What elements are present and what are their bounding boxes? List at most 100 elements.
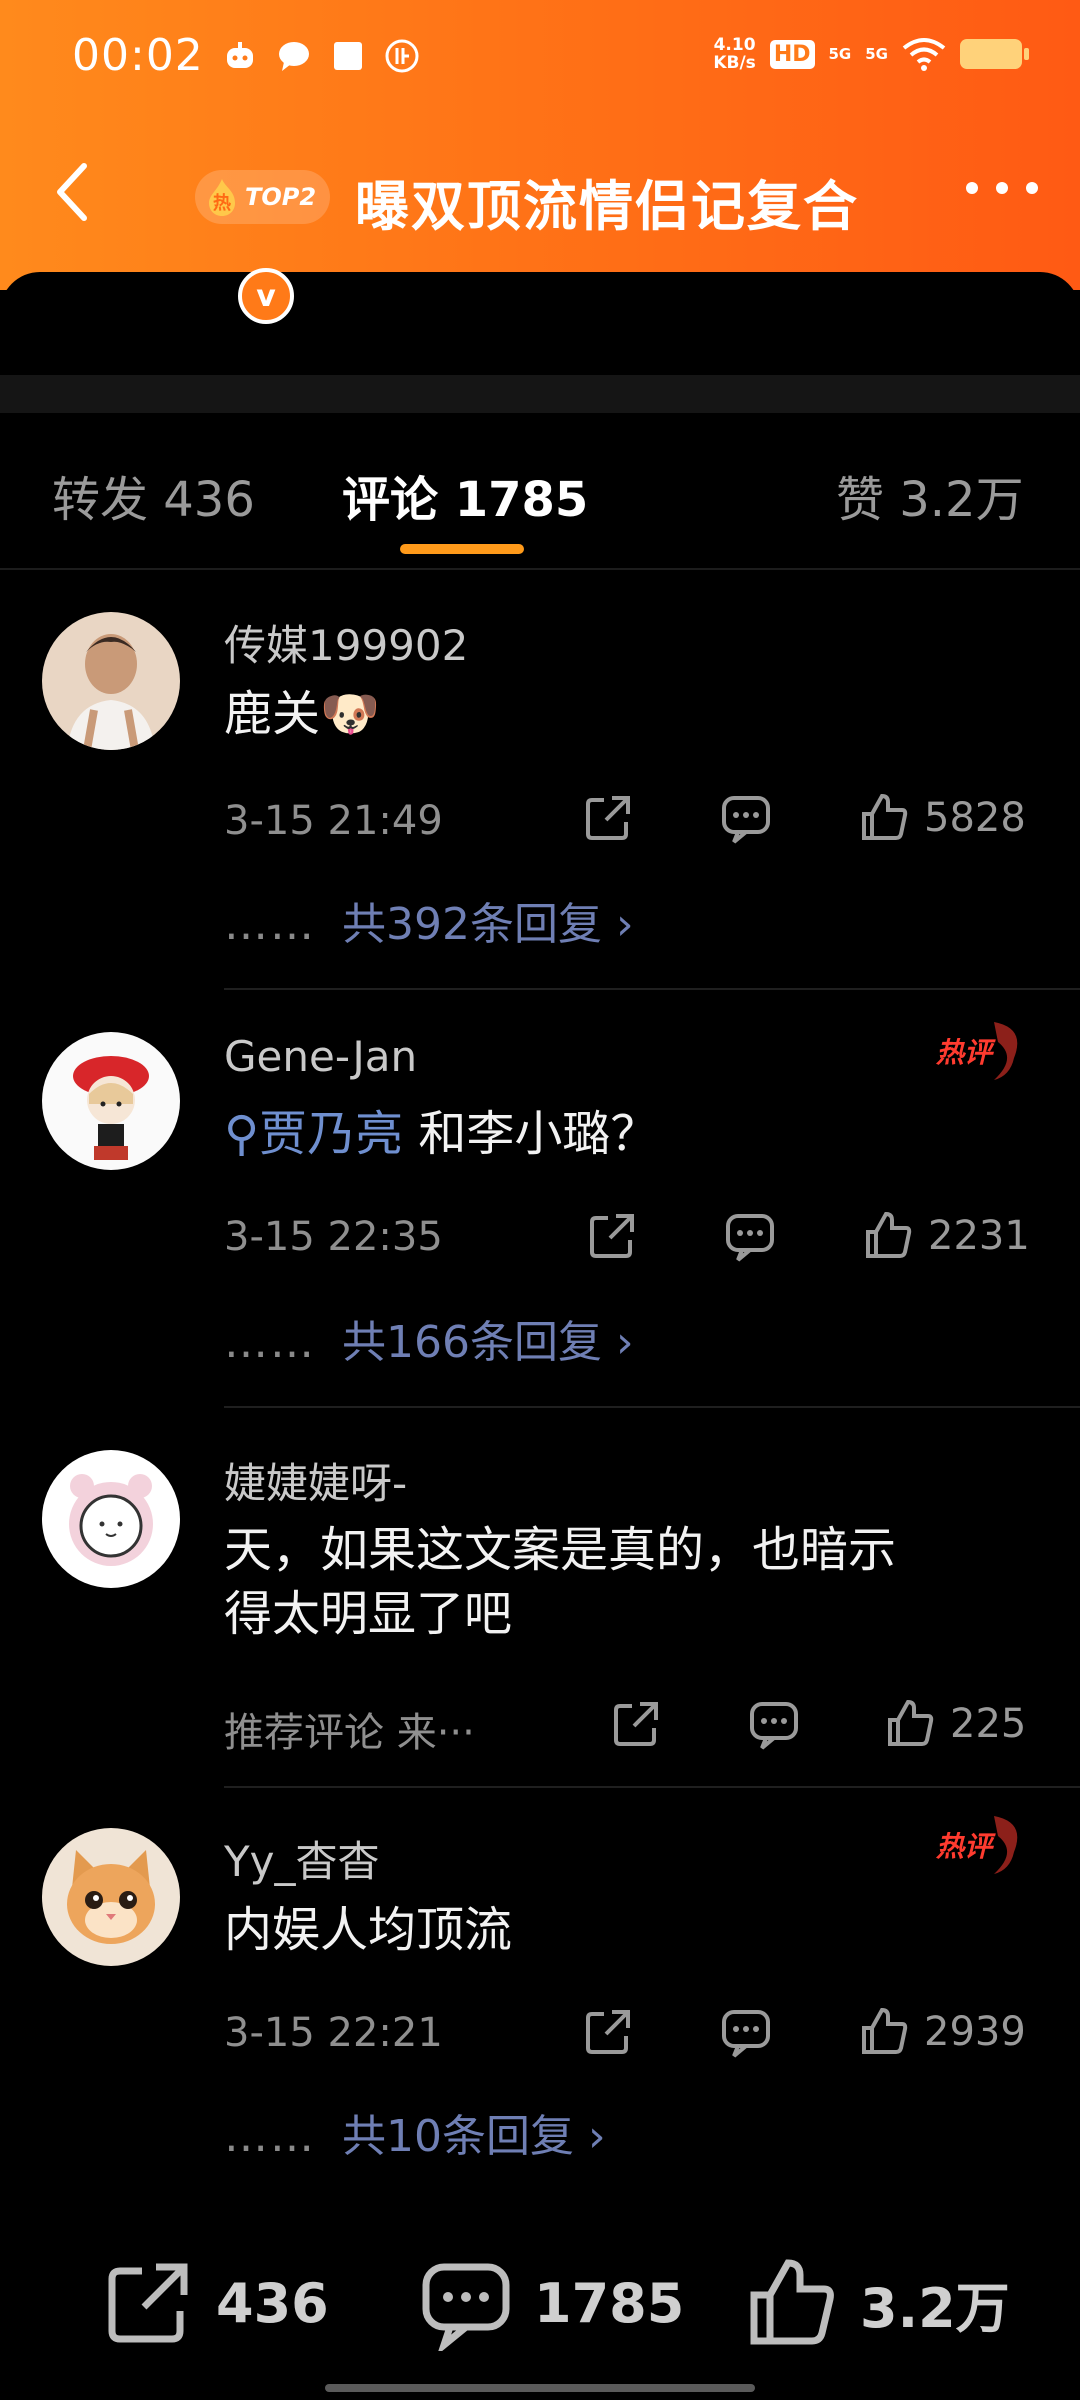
comment-icon bbox=[722, 796, 770, 844]
share-button[interactable] bbox=[582, 792, 634, 844]
like-button[interactable]: 3.2万 bbox=[744, 2255, 1010, 2351]
comment-text-line: 得太明显了吧 bbox=[224, 1586, 513, 1642]
notification-icons bbox=[222, 38, 420, 74]
net-speed: 4.10 KB/s bbox=[713, 36, 755, 72]
hot-label: 热评 bbox=[935, 1036, 996, 1069]
search-icon: ⚲ bbox=[224, 1106, 260, 1162]
ellipsis: …… bbox=[224, 2111, 316, 2162]
thumbs-up-icon bbox=[888, 1699, 934, 1746]
recommend-source[interactable]: 推荐评论 来··· bbox=[224, 1700, 475, 1758]
comment-time: 3-15 21:49 bbox=[224, 798, 443, 844]
topic-link[interactable]: ⚲贾乃亮 bbox=[224, 1106, 403, 1162]
share-button[interactable] bbox=[610, 1698, 662, 1750]
back-arrow-icon[interactable] bbox=[44, 152, 104, 232]
comment-icon bbox=[422, 2263, 510, 2351]
like-count: 5828 bbox=[924, 795, 1026, 841]
reply-button[interactable] bbox=[720, 792, 772, 844]
tab-repost[interactable]: 转发 436 bbox=[52, 460, 255, 530]
comment-button[interactable]: 1785 bbox=[418, 2255, 684, 2351]
net-speed-unit: KB/s bbox=[713, 53, 756, 73]
more-options-icon[interactable] bbox=[966, 182, 1038, 194]
net-speed-value: 4.10 bbox=[713, 35, 756, 55]
chevron-right-icon: › bbox=[588, 2111, 606, 2162]
circle-badge-icon bbox=[385, 39, 419, 73]
thumbs-up-icon bbox=[750, 2259, 834, 2345]
like-button[interactable]: 225 bbox=[884, 1698, 1026, 1750]
hot-comment-badge: 热评 bbox=[935, 1022, 1018, 1080]
share-icon bbox=[586, 796, 630, 840]
hd-icon: HD bbox=[769, 39, 815, 69]
interaction-tabs: 转发 436 评论 1785 赞 3.2万 bbox=[0, 448, 1080, 568]
signal-icon: 5G bbox=[828, 45, 852, 63]
doge-emoji-icon: 🐶 bbox=[320, 686, 380, 742]
avatar[interactable] bbox=[42, 1032, 180, 1170]
tab-comments[interactable]: 评论 1785 bbox=[342, 460, 588, 530]
thumbs-up-icon bbox=[862, 793, 908, 840]
repost-button[interactable]: 436 bbox=[100, 2255, 329, 2351]
thumbs-up-icon bbox=[862, 2007, 908, 2054]
divider bbox=[224, 1406, 1080, 1408]
comment-icon bbox=[722, 2010, 770, 2058]
avatar[interactable] bbox=[42, 1828, 180, 1966]
chat-bubble-icon bbox=[279, 42, 309, 71]
hot-label: 热评 bbox=[935, 1830, 996, 1863]
avatar[interactable] bbox=[42, 1450, 180, 1588]
status-time: 00:02 bbox=[72, 30, 204, 81]
share-icon bbox=[590, 1214, 634, 1258]
like-count: 225 bbox=[950, 1701, 1027, 1747]
repost-count: 436 bbox=[216, 2271, 329, 2335]
like-button[interactable]: 5828 bbox=[858, 792, 1026, 844]
comment-count: 1785 bbox=[534, 2271, 685, 2335]
divider bbox=[224, 1786, 1080, 1788]
active-tab-indicator bbox=[400, 544, 524, 554]
thumbs-up-icon bbox=[866, 1211, 912, 1258]
wifi-icon bbox=[902, 38, 946, 71]
share-button[interactable] bbox=[586, 1210, 638, 1262]
replies-count: 共392条回复 bbox=[342, 899, 602, 950]
comment-text-content: 鹿关 bbox=[224, 686, 321, 742]
reply-button[interactable] bbox=[720, 2006, 772, 2058]
ellipsis: …… bbox=[224, 1317, 316, 1368]
chevron-right-icon: › bbox=[615, 899, 634, 950]
replies-count: 共166条回复 bbox=[342, 1317, 602, 1368]
share-icon bbox=[586, 2010, 630, 2054]
username[interactable]: 传媒199902 bbox=[224, 612, 468, 673]
comment-text: 鹿关🐶 bbox=[224, 682, 1044, 746]
hot-icon-char: 热 bbox=[213, 192, 231, 214]
verified-v-icon: v bbox=[238, 268, 294, 324]
username[interactable]: Yy_杳杳 bbox=[224, 1828, 380, 1889]
home-indicator[interactable] bbox=[325, 2384, 755, 2392]
like-button[interactable]: 2231 bbox=[862, 1210, 1030, 1262]
hot-comment-badge: 热评 bbox=[935, 1816, 1018, 1874]
username[interactable]: Gene-Jan bbox=[224, 1032, 417, 1081]
chevron-right-icon: › bbox=[615, 1317, 634, 1368]
comment-text-content: 和李小璐？ bbox=[403, 1106, 659, 1162]
comment-icon bbox=[750, 1702, 798, 1750]
hot-rank-badge[interactable]: 热 TOP2 bbox=[195, 170, 331, 224]
like-button[interactable]: 2939 bbox=[858, 2006, 1026, 2058]
fire-icon: 热 bbox=[209, 179, 235, 216]
comment-time: 3-15 22:21 bbox=[224, 2010, 443, 2056]
battery-icon bbox=[960, 39, 1029, 69]
comment-icon bbox=[726, 1214, 774, 1262]
tab-likes[interactable]: 赞 3.2万 bbox=[836, 460, 1024, 530]
section-separator bbox=[0, 375, 1080, 413]
like-count: 2939 bbox=[924, 2009, 1026, 2055]
rank-label: TOP2 bbox=[245, 183, 317, 211]
replies-count: 共10条回复 bbox=[342, 2111, 574, 2162]
view-replies-link[interactable]: …… 共166条回复 › bbox=[224, 1306, 634, 1370]
avatar[interactable] bbox=[42, 612, 180, 750]
ellipsis: …… bbox=[224, 899, 316, 950]
page-title: 曝双顶流情侣记复合 bbox=[355, 175, 859, 238]
divider bbox=[224, 988, 1080, 990]
reply-button[interactable] bbox=[748, 1698, 800, 1750]
status-bar: 00:02 4.10 KB/s HD 5G 5G bbox=[0, 0, 1080, 115]
bottom-action-bar: 436 1785 3.2万 bbox=[0, 2245, 1080, 2365]
username[interactable]: 婕婕婕呀- bbox=[224, 1450, 407, 1511]
view-replies-link[interactable]: …… 共392条回复 › bbox=[224, 888, 634, 952]
view-replies-link[interactable]: …… 共10条回复 › bbox=[224, 2100, 606, 2164]
comment-text: 天，如果这文案是真的，也暗示 得太明显了吧 bbox=[224, 1518, 1044, 1646]
reply-button[interactable] bbox=[724, 1210, 776, 1262]
signal-icon-2: 5G bbox=[865, 45, 888, 63]
share-button[interactable] bbox=[582, 2006, 634, 2058]
